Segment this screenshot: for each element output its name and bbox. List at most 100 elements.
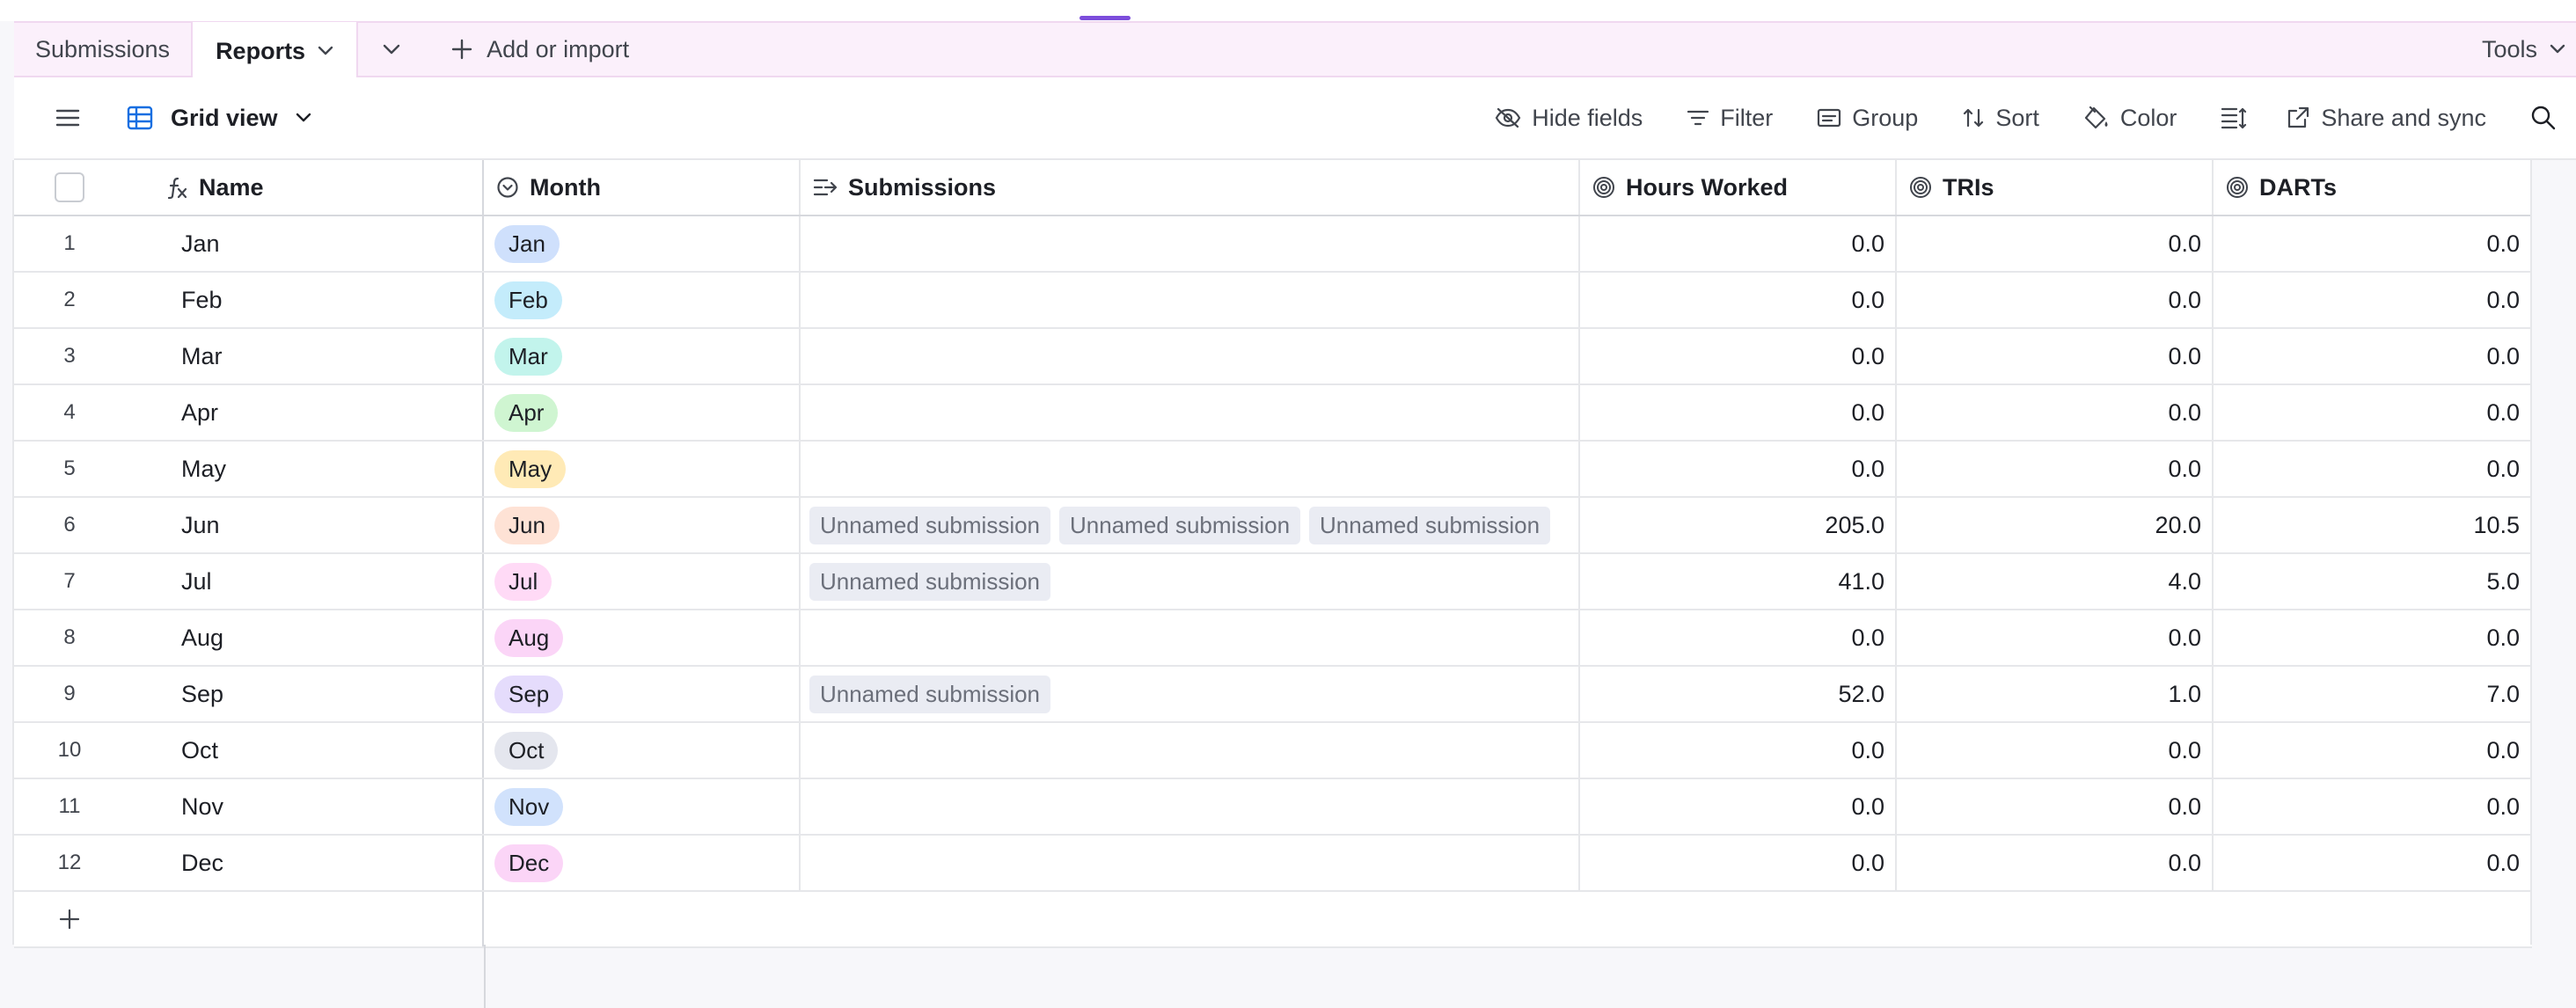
table-row[interactable]: 9 Sep Sep Unnamed submission 52.0 1.0 7.0 [14,667,2532,723]
month-cell[interactable]: Aug [484,610,801,665]
name-cell[interactable]: Jun [165,498,484,552]
column-header-tris[interactable]: TRIs [1897,160,2214,215]
darts-cell[interactable]: 0.0 [2214,442,2532,496]
hours-worked-cell[interactable]: 0.0 [1580,385,1897,440]
tris-cell[interactable]: 0.0 [1897,442,2214,496]
month-cell[interactable]: Feb [484,273,801,327]
name-cell[interactable]: May [165,442,484,496]
month-cell[interactable]: May [484,442,801,496]
tris-cell[interactable]: 4.0 [1897,554,2214,609]
add-or-import-button[interactable]: Add or import [425,22,650,77]
submissions-cell[interactable]: Unnamed submission [801,667,1580,721]
filter-button[interactable]: Filter [1687,105,1773,132]
hours-worked-cell[interactable]: 0.0 [1580,273,1897,327]
darts-cell[interactable]: 7.0 [2214,667,2532,721]
name-cell[interactable]: Dec [165,836,484,890]
tris-cell[interactable]: 0.0 [1897,836,2214,890]
hide-fields-button[interactable]: Hide fields [1495,105,1643,132]
name-cell[interactable]: Sep [165,667,484,721]
tris-cell[interactable]: 0.0 [1897,273,2214,327]
add-record-row[interactable] [14,892,2532,948]
name-cell[interactable]: Mar [165,329,484,383]
month-cell[interactable]: Mar [484,329,801,383]
linked-record-chip[interactable]: Unnamed submission [809,675,1051,713]
tab-reports[interactable]: Reports [191,22,359,80]
submissions-cell[interactable]: Unnamed submission Unnamed submission Unna… [801,498,1580,552]
table-row[interactable]: 2 Feb Feb 0.0 0.0 0.0 [14,273,2532,329]
name-cell[interactable]: Oct [165,723,484,778]
submissions-cell[interactable]: Unnamed submission [801,554,1580,609]
hours-worked-cell[interactable]: 205.0 [1580,498,1897,552]
hours-worked-cell[interactable]: 0.0 [1580,329,1897,383]
column-header-name[interactable]: Name [165,160,484,215]
hours-worked-cell[interactable]: 41.0 [1580,554,1897,609]
submissions-cell[interactable] [801,442,1580,496]
table-row[interactable]: 7 Jul Jul Unnamed submission 41.0 4.0 5.0 [14,554,2532,610]
hours-worked-cell[interactable]: 0.0 [1580,610,1897,665]
color-button[interactable]: Color [2083,105,2177,132]
linked-record-chip[interactable]: Unnamed submission [1059,506,1301,544]
table-row[interactable]: 5 May May 0.0 0.0 0.0 [14,442,2532,498]
sort-button[interactable]: Sort [1962,105,2039,132]
table-row[interactable]: 1 Jan Jan 0.0 0.0 0.0 [14,216,2532,273]
table-row[interactable]: 11 Nov Nov 0.0 0.0 0.0 [14,779,2532,836]
month-cell[interactable]: Nov [484,779,801,834]
table-row[interactable]: 12 Dec Dec 0.0 0.0 0.0 [14,836,2532,892]
submissions-cell[interactable] [801,385,1580,440]
name-cell[interactable]: Apr [165,385,484,440]
hours-worked-cell[interactable]: 52.0 [1580,667,1897,721]
tris-cell[interactable]: 0.0 [1897,610,2214,665]
submissions-cell[interactable] [801,610,1580,665]
month-cell[interactable]: Dec [484,836,801,890]
submissions-cell[interactable] [801,836,1580,890]
darts-cell[interactable]: 0.0 [2214,329,2532,383]
darts-cell[interactable]: 0.0 [2214,836,2532,890]
submissions-cell[interactable] [801,779,1580,834]
submissions-cell[interactable] [801,329,1580,383]
tris-cell[interactable]: 0.0 [1897,216,2214,271]
name-cell[interactable]: Aug [165,610,484,665]
name-cell[interactable]: Feb [165,273,484,327]
month-cell[interactable]: Jul [484,554,801,609]
linked-record-chip[interactable]: Unnamed submission [809,506,1051,544]
tris-cell[interactable]: 0.0 [1897,385,2214,440]
month-cell[interactable]: Sep [484,667,801,721]
name-cell[interactable]: Jul [165,554,484,609]
row-height-button[interactable] [2221,106,2247,129]
table-row[interactable]: 6 Jun Jun Unnamed submission Unnamed submiss… [14,498,2532,554]
darts-cell[interactable]: 0.0 [2214,273,2532,327]
table-row[interactable]: 10 Oct Oct 0.0 0.0 0.0 [14,723,2532,779]
darts-cell[interactable]: 10.5 [2214,498,2532,552]
tris-cell[interactable]: 20.0 [1897,498,2214,552]
hours-worked-cell[interactable]: 0.0 [1580,442,1897,496]
all-tables-button[interactable] [358,22,425,77]
submissions-cell[interactable] [801,723,1580,778]
table-row[interactable]: 4 Apr Apr 0.0 0.0 0.0 [14,385,2532,442]
darts-cell[interactable]: 0.0 [2214,610,2532,665]
hours-worked-cell[interactable]: 0.0 [1580,836,1897,890]
month-cell[interactable]: Apr [484,385,801,440]
darts-cell[interactable]: 0.0 [2214,723,2532,778]
tris-cell[interactable]: 0.0 [1897,779,2214,834]
hours-worked-cell[interactable]: 0.0 [1580,723,1897,778]
view-switcher-button[interactable]: Grid view [127,105,311,132]
darts-cell[interactable]: 0.0 [2214,779,2532,834]
month-cell[interactable]: Jan [484,216,801,271]
darts-cell[interactable]: 0.0 [2214,385,2532,440]
column-header-month[interactable]: Month [484,160,801,215]
plus-icon[interactable] [14,909,125,930]
name-cell[interactable]: Jan [165,216,484,271]
table-row[interactable]: 8 Aug Aug 0.0 0.0 0.0 [14,610,2532,667]
tris-cell[interactable]: 1.0 [1897,667,2214,721]
table-row[interactable]: 3 Mar Mar 0.0 0.0 0.0 [14,329,2532,385]
chevron-down-icon[interactable] [318,46,333,56]
month-cell[interactable]: Oct [484,723,801,778]
hours-worked-cell[interactable]: 0.0 [1580,216,1897,271]
column-header-hours-worked[interactable]: Hours Worked [1580,160,1897,215]
darts-cell[interactable]: 0.0 [2214,216,2532,271]
column-header-submissions[interactable]: Submissions [801,160,1580,215]
search-button[interactable] [2530,105,2557,131]
darts-cell[interactable]: 5.0 [2214,554,2532,609]
tris-cell[interactable]: 0.0 [1897,723,2214,778]
select-all-checkbox[interactable] [55,172,84,202]
